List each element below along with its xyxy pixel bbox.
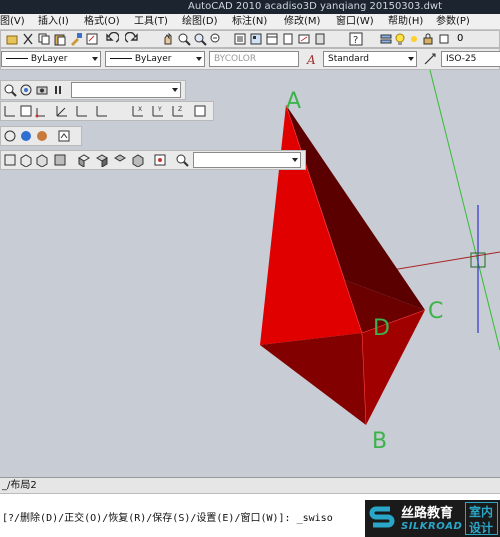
point-b-label: B <box>372 429 387 454</box>
menu-draw[interactable]: 绘图(D) <box>182 15 218 28</box>
menu-bar: 图(V) 插入(I) 格式(O) 工具(T) 绘图(D) 标注(N) 修改(M)… <box>0 14 500 30</box>
silkroad-logo-icon <box>367 503 397 534</box>
svg-text:Z: Z <box>178 106 182 113</box>
window-title: AutoCAD 2010 acadiso3D yanqiang 20150303… <box>188 1 443 12</box>
view-zoom-icon[interactable] <box>175 153 189 167</box>
point-a-label: A <box>286 89 301 114</box>
2d-wireframe-icon[interactable] <box>3 153 17 167</box>
hidden-icon[interactable] <box>35 153 49 167</box>
command-text: [?/删除(D)/正交(O)/恢复(R)/保存(S)/设置(E)/窗口(W)]:… <box>2 513 333 524</box>
menu-view[interactable]: 图(V) <box>0 15 25 28</box>
floating-toolbar-visual-styles <box>0 150 306 170</box>
shade-gouraud-icon[interactable] <box>95 153 109 167</box>
ucs-object-icon[interactable] <box>95 104 109 118</box>
point-d-label: D <box>373 316 390 341</box>
realistic-icon[interactable] <box>53 153 67 167</box>
ucs-world-icon[interactable] <box>19 104 33 118</box>
visual-style-manager-icon[interactable] <box>153 153 167 167</box>
floating-toolbar-view <box>0 80 186 100</box>
material-sphere-icon[interactable] <box>35 129 49 143</box>
camera-icon[interactable] <box>35 83 49 97</box>
ucs-x-icon[interactable]: X <box>131 104 145 118</box>
render-icon[interactable] <box>57 129 71 143</box>
orbit-icon[interactable] <box>19 83 33 97</box>
ucs-y-icon[interactable]: Y <box>151 104 165 118</box>
menu-modify[interactable]: 修改(M) <box>284 15 320 28</box>
title-bar: AutoCAD 2010 acadiso3D yanqiang 20150303… <box>0 0 500 14</box>
brand-box: 室内 设计 <box>465 502 498 535</box>
brand-name-en: SILKROAD <box>401 521 463 532</box>
menu-parametric[interactable]: 参数(P) <box>436 15 470 28</box>
walk-icon[interactable] <box>51 83 65 97</box>
view-select[interactable] <box>71 82 181 98</box>
menu-window[interactable]: 窗口(W) <box>336 15 374 28</box>
shade-flat-icon[interactable] <box>113 153 127 167</box>
ucs-origin-icon[interactable] <box>35 104 49 118</box>
conceptual-icon[interactable] <box>77 153 91 167</box>
ucs-view-icon[interactable] <box>75 104 89 118</box>
3d-wireframe-icon[interactable] <box>19 153 33 167</box>
ucs-z-icon[interactable]: Z <box>171 104 185 118</box>
layout-tabs: _/布局2 <box>0 477 500 493</box>
ucs-apply-icon[interactable] <box>193 104 207 118</box>
wireframe-icon[interactable] <box>3 129 17 143</box>
brand-box-bottom: 设计 <box>469 521 494 535</box>
shade-edges-icon[interactable] <box>131 153 145 167</box>
floating-toolbar-ucs: X Y Z <box>0 101 214 121</box>
brand-box-top: 室内 <box>469 505 494 519</box>
menu-tools[interactable]: 工具(T) <box>134 15 168 28</box>
brand-watermark: 丝路教育 SILKROAD 室内 设计 <box>365 500 500 537</box>
tab-layout2[interactable]: _/布局2 <box>2 479 37 492</box>
ucs-icon[interactable] <box>3 104 17 118</box>
ucs-zaxis-icon[interactable] <box>55 104 69 118</box>
floating-toolbar-visual <box>0 126 82 146</box>
menu-insert[interactable]: 插入(I) <box>38 15 69 28</box>
shaded-sphere-icon[interactable] <box>19 129 33 143</box>
point-c-label: C <box>428 299 443 324</box>
visual-style-select[interactable] <box>193 152 301 168</box>
svg-text:Y: Y <box>157 106 162 113</box>
menu-dimension[interactable]: 标注(N) <box>232 15 267 28</box>
menu-help[interactable]: 帮助(H) <box>388 15 423 28</box>
brand-name-cn: 丝路教育 <box>401 506 454 521</box>
menu-format[interactable]: 格式(O) <box>84 15 120 28</box>
zoom-icon[interactable] <box>3 83 17 97</box>
svg-text:X: X <box>138 106 142 113</box>
